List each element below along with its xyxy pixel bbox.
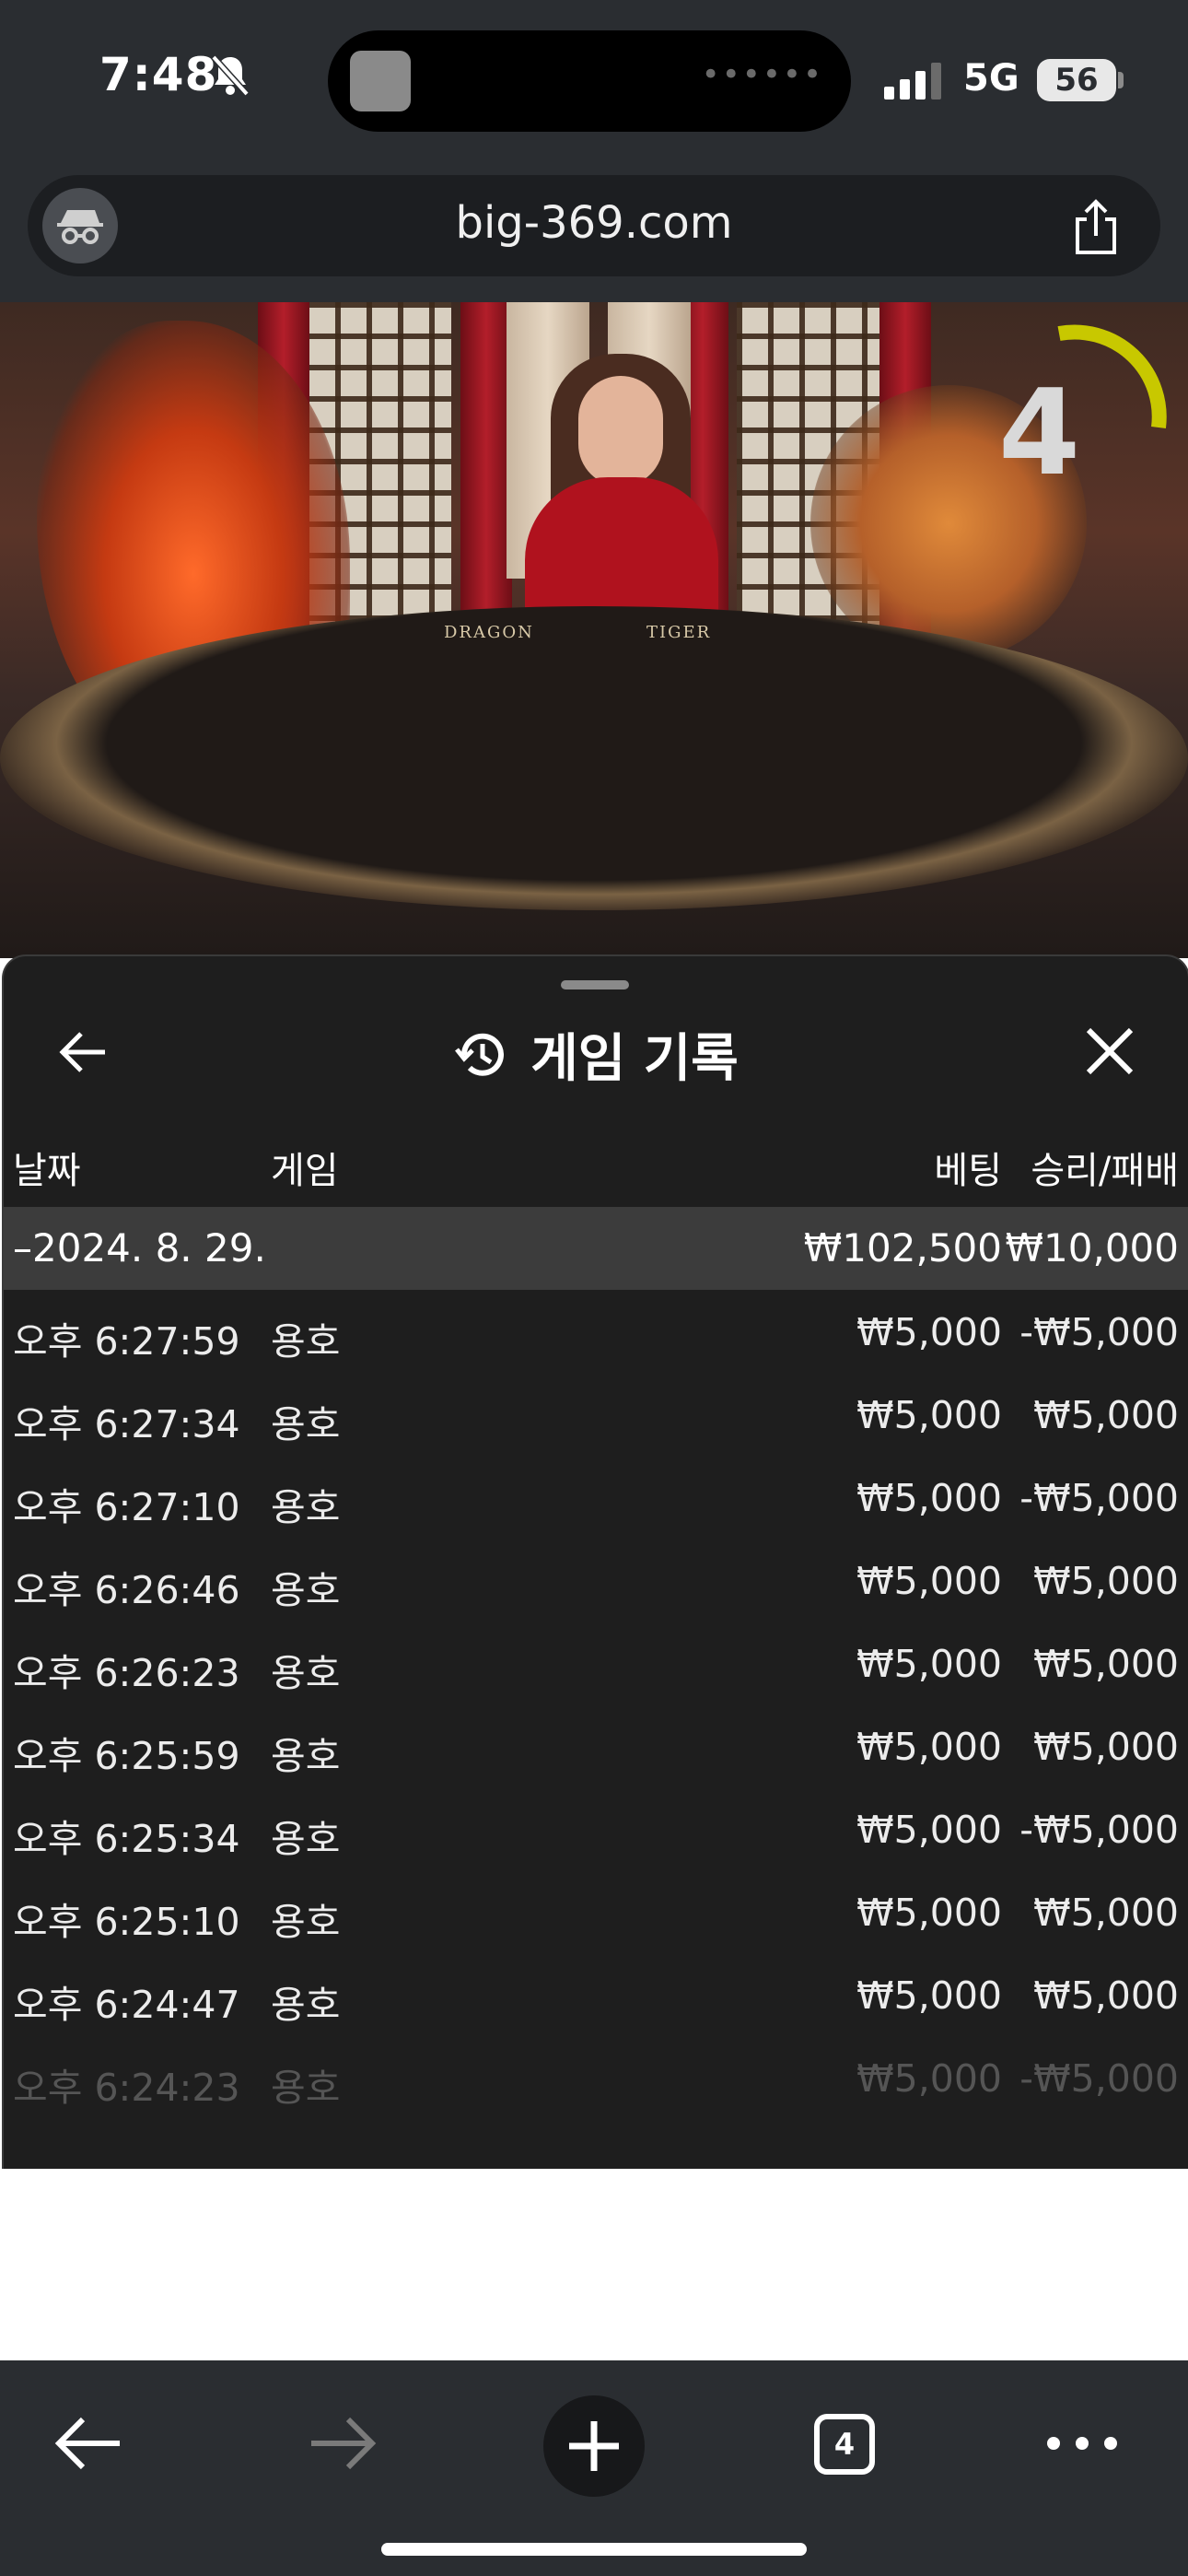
row-game: 용호: [271, 2066, 341, 2110]
history-row[interactable]: 오후 6:27:59 용호 ₩5,000 -₩5,000: [4, 1292, 1188, 1375]
sheet-grabber[interactable]: [561, 980, 629, 989]
back-icon[interactable]: [53, 2414, 123, 2473]
column-header-date: 날짜: [13, 1150, 81, 1192]
column-header-bet: 베팅: [934, 1150, 1002, 1192]
row-bet: ₩5,000: [856, 1725, 1002, 1769]
dots-icon: ••••••: [701, 56, 823, 93]
row-bet: ₩5,000: [856, 1973, 1002, 2018]
game-table: [0, 606, 1188, 910]
close-icon[interactable]: [1083, 1025, 1136, 1078]
browser-toolbar: 4: [0, 2360, 1188, 2576]
row-result: ₩5,000: [1033, 1393, 1179, 1437]
history-row[interactable]: 오후 6:26:23 용호 ₩5,000 ₩5,000: [4, 1623, 1188, 1706]
row-game: 용호: [271, 1817, 341, 1861]
battery-level: 56: [1054, 62, 1099, 99]
countdown-timer: 4: [998, 365, 1081, 502]
history-row[interactable]: 오후 6:27:10 용호 ₩5,000 -₩5,000: [4, 1458, 1188, 1540]
tab-count: 4: [833, 2427, 856, 2462]
browser-url-area: big-369.com: [0, 166, 1188, 302]
row-game: 용호: [271, 1983, 341, 2027]
row-time: 오후 6:24:47: [13, 1983, 240, 2027]
row-bet: ₩5,000: [856, 1808, 1002, 1852]
history-row[interactable]: 오후 6:27:34 용호 ₩5,000 ₩5,000: [4, 1375, 1188, 1458]
row-result: ₩5,000: [1033, 1973, 1179, 2018]
history-row[interactable]: 오후 6:25:10 용호 ₩5,000 ₩5,000: [4, 1872, 1188, 1955]
row-game: 용호: [271, 1485, 341, 1529]
row-result: ₩5,000: [1033, 1725, 1179, 1769]
status-bar: 7:48 •••••• 5G 56: [0, 0, 1188, 166]
forward-icon[interactable]: [308, 2414, 378, 2473]
history-row[interactable]: 오후 6:26:46 용호 ₩5,000 ₩5,000: [4, 1540, 1188, 1623]
row-result: -₩5,000: [1019, 1476, 1179, 1520]
row-game: 용호: [271, 1651, 341, 1695]
date-group-win-total: ₩10,000: [1005, 1225, 1180, 1270]
table-label-dragon: DRAGON: [444, 623, 534, 642]
history-row[interactable]: 오후 6:25:34 용호 ₩5,000 -₩5,000: [4, 1789, 1188, 1872]
new-tab-button[interactable]: [543, 2395, 645, 2497]
row-time: 오후 6:25:10: [13, 1900, 240, 1944]
history-row[interactable]: 오후 6:24:47 용호 ₩5,000 ₩5,000: [4, 1955, 1188, 2038]
status-time: 7:48: [99, 48, 218, 101]
url-text: big-369.com: [455, 197, 733, 249]
game-history-sheet: 게임 기록 날짜 게임 베팅 승리/패배 –2024. 8. 29. ₩102,…: [2, 954, 1188, 2169]
row-game: 용호: [271, 1402, 341, 1446]
row-result: -₩5,000: [1019, 1808, 1179, 1852]
row-result: ₩5,000: [1033, 1642, 1179, 1686]
dealer-face: [578, 376, 663, 486]
more-icon[interactable]: [1042, 2416, 1122, 2471]
row-time: 오후 6:27:34: [13, 1402, 240, 1446]
row-bet: ₩5,000: [856, 1891, 1002, 1935]
row-time: 오후 6:26:23: [13, 1651, 240, 1695]
battery-icon: 56: [1037, 59, 1116, 101]
row-result: -₩5,000: [1019, 1310, 1179, 1354]
date-group-bet-total: ₩102,500: [803, 1225, 1002, 1270]
row-bet: ₩5,000: [856, 1393, 1002, 1437]
column-header-win-loss: 승리/패배: [1031, 1150, 1179, 1192]
history-row[interactable]: 오후 6:25:59 용호 ₩5,000 ₩5,000: [4, 1706, 1188, 1789]
address-bar[interactable]: big-369.com: [28, 175, 1160, 276]
row-time: 오후 6:27:59: [13, 1319, 240, 1364]
dynamic-island: ••••••: [328, 30, 851, 132]
sheet-header: 게임 기록: [4, 1017, 1188, 1092]
row-game: 용호: [271, 1900, 341, 1944]
date-group-label: –2024. 8. 29.: [13, 1225, 266, 1270]
battery-tip: [1118, 72, 1124, 88]
live-activity-thumbnail: [350, 51, 411, 111]
home-indicator[interactable]: [381, 2543, 807, 2556]
live-video-stream[interactable]: DRAGON TIGER 4: [0, 302, 1188, 958]
row-bet: ₩5,000: [856, 1476, 1002, 1520]
date-group-row[interactable]: –2024. 8. 29. ₩102,500 ₩10,000: [4, 1207, 1188, 1290]
sheet-title: 게임 기록: [530, 1029, 739, 1089]
history-row[interactable]: 오후 6:24:23 용호 ₩5,000 -₩5,000: [4, 2038, 1188, 2121]
row-time: 오후 6:27:10: [13, 1485, 240, 1529]
bell-slash-icon: [211, 54, 250, 97]
row-bet: ₩5,000: [856, 1310, 1002, 1354]
tabs-icon[interactable]: 4: [814, 2414, 875, 2475]
row-bet: ₩5,000: [856, 1642, 1002, 1686]
row-result: -₩5,000: [1019, 2056, 1179, 2101]
plus-icon: [569, 2421, 619, 2471]
row-bet: ₩5,000: [856, 1559, 1002, 1603]
row-time: 오후 6:26:46: [13, 1568, 240, 1612]
row-time: 오후 6:25:59: [13, 1734, 240, 1778]
column-header-game: 게임: [271, 1150, 339, 1192]
row-game: 용호: [271, 1568, 341, 1612]
row-time: 오후 6:25:34: [13, 1817, 240, 1861]
row-result: ₩5,000: [1033, 1559, 1179, 1603]
row-game: 용호: [271, 1734, 341, 1778]
share-icon[interactable]: [1068, 199, 1124, 256]
row-game: 용호: [271, 1319, 341, 1364]
row-result: ₩5,000: [1033, 1891, 1179, 1935]
history-icon: [455, 1033, 505, 1076]
signal-icon: [884, 63, 941, 100]
row-time: 오후 6:24:23: [13, 2066, 240, 2110]
network-type: 5G: [963, 57, 1019, 100]
row-bet: ₩5,000: [856, 2056, 1002, 2101]
table-label-tiger: TIGER: [646, 623, 712, 642]
